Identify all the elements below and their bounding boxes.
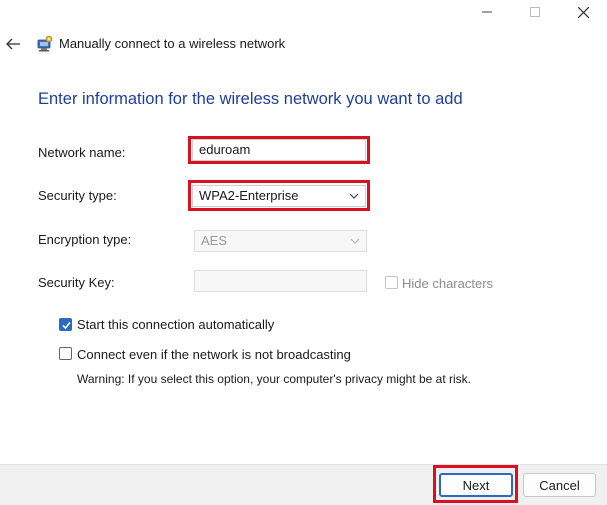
chevron-down-icon [349, 193, 359, 199]
security-key-label: Security Key: [38, 275, 115, 290]
security-type-value: WPA2-Enterprise [199, 188, 299, 203]
start-automatically-label: Start this connection automatically [77, 317, 275, 332]
network-wizard-icon [36, 35, 54, 53]
encryption-type-value: AES [201, 233, 228, 248]
privacy-warning-text: Warning: If you select this option, your… [77, 372, 472, 386]
wireless-wizard-window: Manually connect to a wireless network E… [0, 0, 607, 505]
encryption-type-label: Encryption type: [38, 232, 132, 247]
chevron-down-icon [350, 238, 360, 244]
close-icon[interactable] [559, 0, 607, 24]
minimize-icon[interactable] [463, 0, 511, 24]
network-name-value: eduroam [199, 142, 251, 157]
network-name-input[interactable]: eduroam [192, 139, 366, 161]
window-title: Manually connect to a wireless network [59, 36, 286, 51]
next-button[interactable]: Next [439, 473, 513, 497]
back-arrow-icon[interactable] [4, 35, 22, 53]
hide-characters-label: Hide characters [402, 276, 494, 291]
start-automatically-checkbox[interactable] [59, 318, 72, 331]
security-key-input [194, 270, 367, 292]
maximize-icon[interactable] [511, 0, 559, 24]
network-name-label: Network name: [38, 145, 126, 160]
hide-characters-checkbox [385, 276, 398, 289]
connect-not-broadcasting-checkbox[interactable] [59, 347, 72, 360]
security-type-select[interactable]: WPA2-Enterprise [192, 185, 366, 207]
page-heading: Enter information for the wireless netwo… [38, 90, 463, 108]
connect-not-broadcasting-label: Connect even if the network is not broad… [77, 347, 351, 362]
encryption-type-select: AES [194, 230, 367, 252]
checkmark-icon [62, 321, 71, 330]
cancel-button[interactable]: Cancel [523, 473, 596, 497]
security-type-label: Security type: [38, 188, 117, 203]
window-controls [463, 0, 607, 24]
